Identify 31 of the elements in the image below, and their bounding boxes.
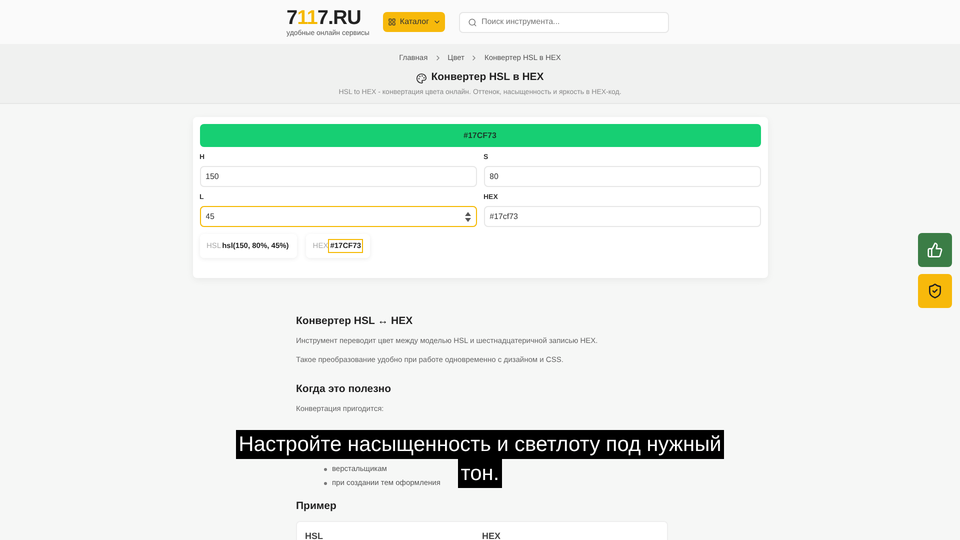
shield-button[interactable] xyxy=(918,274,952,308)
section-heading: Пример xyxy=(296,499,338,513)
palette-icon xyxy=(416,72,428,84)
catalog-button[interactable]: Каталог xyxy=(383,12,446,32)
shield-check-icon xyxy=(927,283,943,299)
column-header: HEX xyxy=(482,530,502,540)
spinner-icon[interactable] xyxy=(464,212,470,222)
input-field[interactable]: 80 xyxy=(484,166,760,187)
input-field[interactable]: 150 xyxy=(200,166,476,187)
bullet-icon xyxy=(324,468,327,470)
grid-icon xyxy=(388,18,396,26)
chevron-down-icon xyxy=(433,18,441,26)
input-field[interactable]: #17cf73 xyxy=(484,206,760,227)
bullet-icon xyxy=(324,482,327,484)
input-field[interactable]: 45 xyxy=(200,206,476,227)
search-icon xyxy=(468,18,478,26)
value-input[interactable]: #17cf73 xyxy=(490,210,754,222)
color-preview: #17CF73 xyxy=(200,124,760,147)
page-title: Конвертер HSL в HEX xyxy=(431,70,544,86)
value-input[interactable]: 45 xyxy=(206,210,464,222)
value-input[interactable]: 80 xyxy=(490,170,754,182)
value-input[interactable]: 150 xyxy=(206,170,470,182)
video-caption: Настройте насыщенность и светлоту под нужный xyxy=(236,430,724,459)
column-header: HSL xyxy=(305,530,324,540)
like-button[interactable] xyxy=(918,233,952,267)
search-input[interactable]: Поиск инструмента... xyxy=(481,16,660,28)
video-caption: тон. xyxy=(458,459,502,488)
search-field[interactable]: Поиск инструмента... xyxy=(459,12,670,32)
section-heading: Когда это полезно xyxy=(296,382,392,396)
section-heading: Конвертер HSL ↔ HEX xyxy=(296,314,414,328)
thumbs-up-icon xyxy=(927,242,943,258)
